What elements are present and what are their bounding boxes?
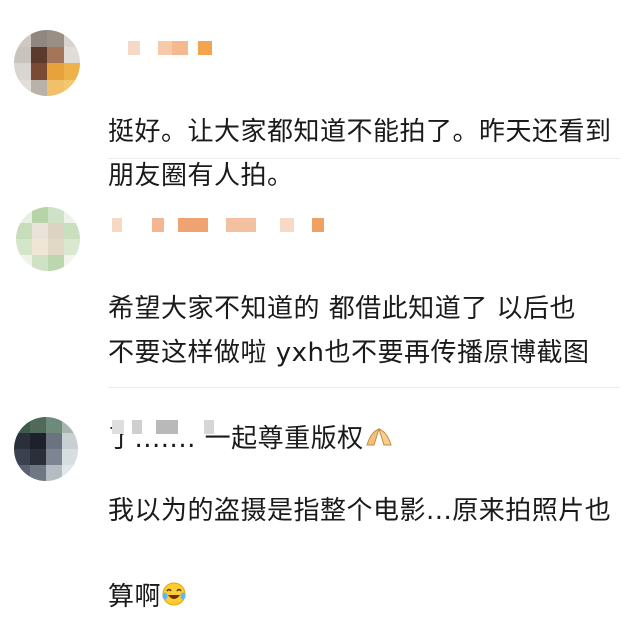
divider bbox=[108, 158, 620, 159]
divider bbox=[108, 387, 620, 388]
comment-text: 我以为的盗摄是指整个电影...原来拍照片也 算啊 bbox=[108, 445, 620, 621]
comment-item: 希望大家不知道的 都借此知道了 以后也 不要这样做啦 yxh也不要再传播原博截图… bbox=[0, 165, 640, 454]
username-redacted[interactable] bbox=[112, 419, 214, 435]
avatar[interactable] bbox=[14, 30, 80, 96]
comment-item: 我以为的盗摄是指整个电影...原来拍照片也 算啊 bbox=[0, 395, 640, 612]
avatar[interactable] bbox=[16, 207, 80, 271]
laughing-tears-icon bbox=[161, 533, 187, 621]
username-redacted[interactable] bbox=[112, 217, 324, 233]
comment-item: 挺好。让大家都知道不能拍了。昨天还看到 朋友圈有人拍。 bbox=[0, 0, 640, 191]
username-redacted[interactable] bbox=[128, 40, 212, 56]
avatar[interactable] bbox=[14, 417, 78, 481]
